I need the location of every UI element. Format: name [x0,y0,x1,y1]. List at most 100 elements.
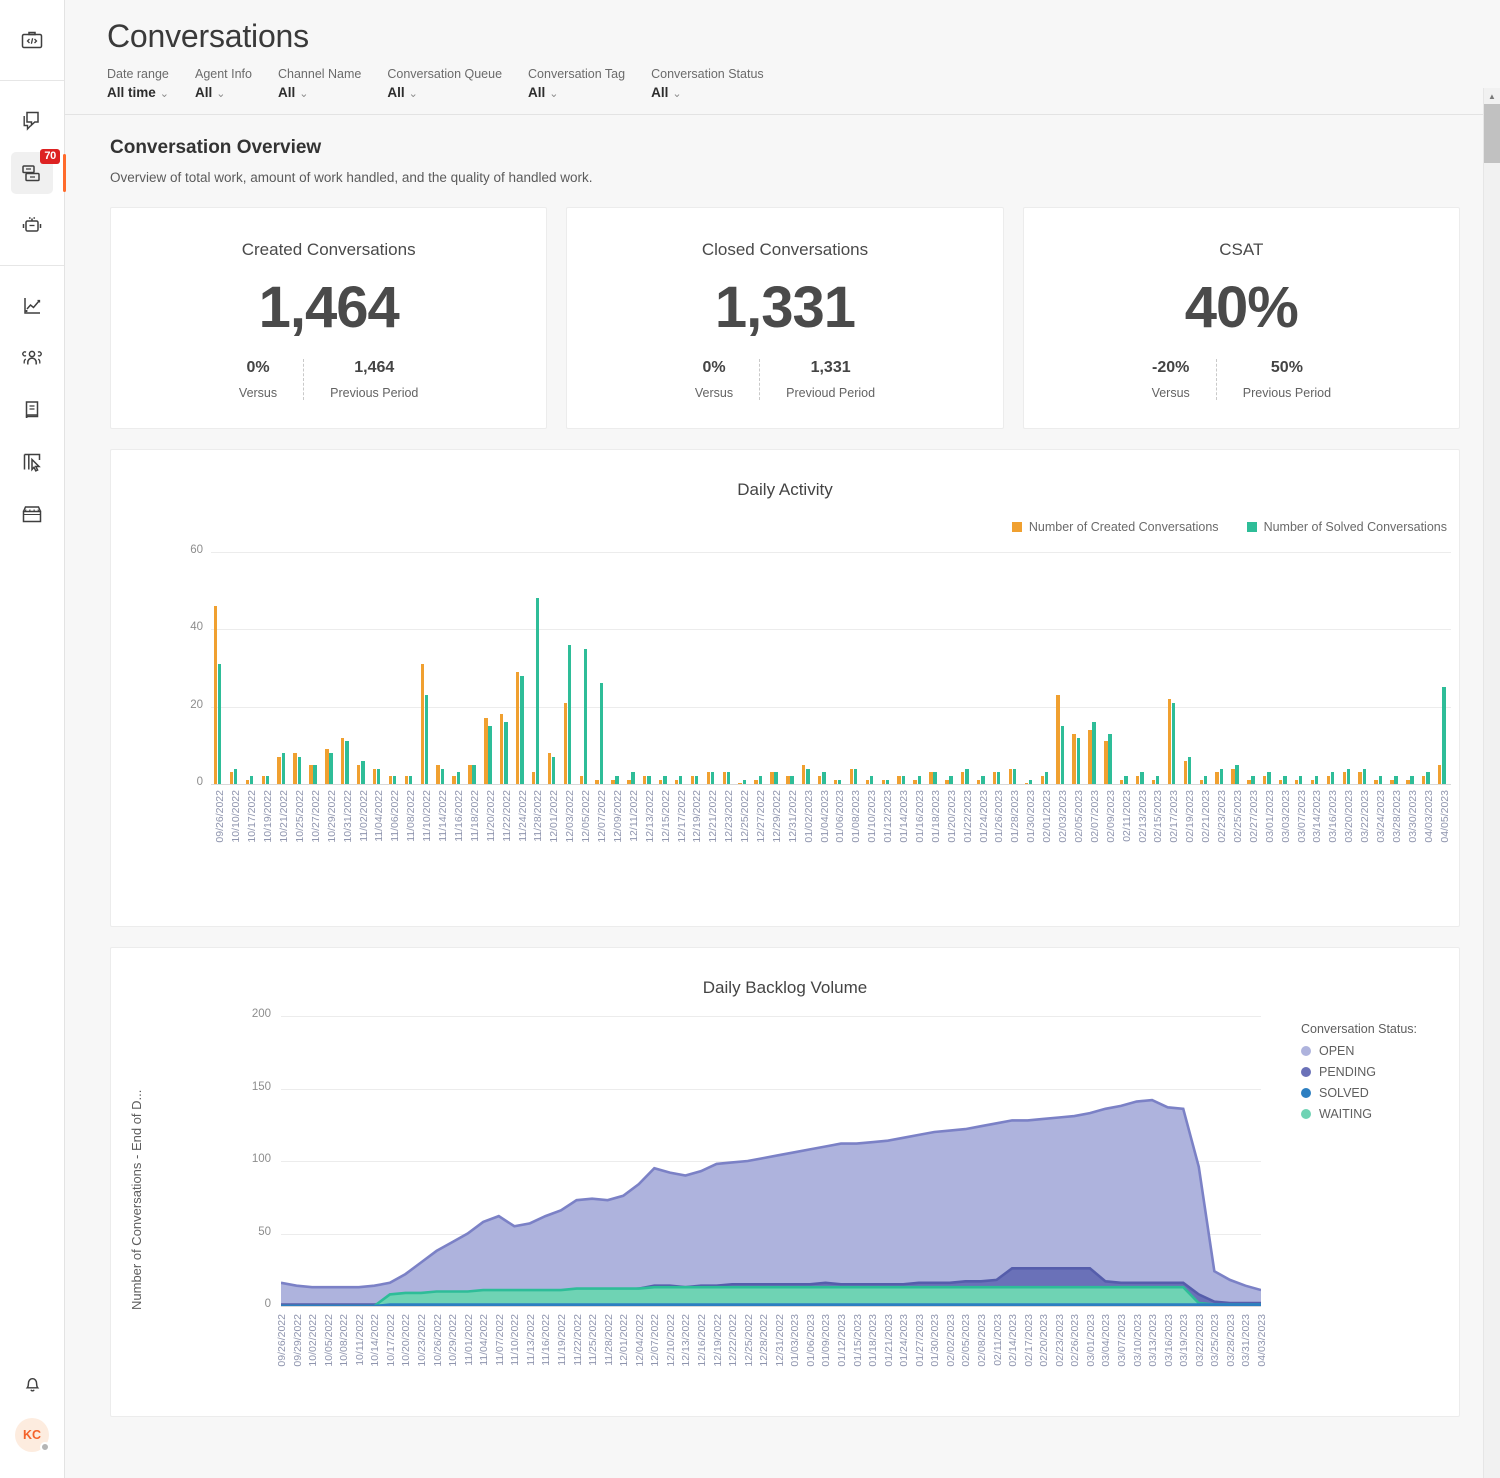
bar[interactable] [854,769,857,784]
bar[interactable] [1188,757,1191,784]
bar[interactable] [1009,769,1012,784]
bar[interactable] [313,765,316,784]
bar[interactable] [1311,780,1314,784]
bar[interactable] [293,753,296,784]
bar[interactable] [1184,761,1187,784]
scrollbar-thumb[interactable] [1484,104,1500,163]
bar[interactable] [421,664,424,784]
bar[interactable] [961,772,964,784]
bar[interactable] [250,776,253,784]
bar[interactable] [325,749,328,784]
bar[interactable] [548,753,551,784]
bar[interactable] [1231,769,1234,784]
bar[interactable] [1104,741,1107,784]
bar[interactable] [1363,769,1366,784]
templates-cursor-icon[interactable] [11,441,53,483]
bar[interactable] [1168,699,1171,784]
knowledge-book-icon[interactable] [11,389,53,431]
bar[interactable] [1029,780,1032,784]
bar[interactable] [277,757,280,784]
analytics-icon[interactable] [11,285,53,327]
bar[interactable] [838,780,841,784]
bar[interactable] [1092,722,1095,784]
bar[interactable] [409,776,412,784]
filter-value[interactable]: All⌄ [651,85,764,100]
bar[interactable] [1394,776,1397,784]
bar[interactable] [1156,776,1159,784]
bar[interactable] [1331,772,1334,784]
bar[interactable] [1315,776,1318,784]
bar[interactable] [1263,776,1266,784]
bar[interactable] [230,772,233,784]
bar[interactable] [389,776,392,784]
bar[interactable] [981,776,984,784]
bar[interactable] [707,772,710,784]
bar[interactable] [1327,776,1330,784]
bar[interactable] [214,606,217,784]
bar[interactable] [929,772,932,784]
bar[interactable] [452,776,455,784]
bar[interactable] [373,769,376,784]
bar[interactable] [595,780,598,784]
bar[interactable] [457,772,460,784]
bar[interactable] [520,676,523,784]
conversations-copy-icon[interactable] [11,100,53,142]
bar[interactable] [615,776,618,784]
bell-icon[interactable] [11,1362,53,1404]
bar[interactable] [627,780,630,784]
bar[interactable] [611,780,614,784]
bar[interactable] [790,776,793,784]
bar[interactable] [870,776,873,784]
bar[interactable] [1220,769,1223,784]
team-icon[interactable] [11,337,53,379]
bar[interactable] [1295,780,1298,784]
bar[interactable] [679,776,682,784]
bar[interactable] [1013,769,1016,784]
bar[interactable] [1406,780,1409,784]
bar[interactable] [918,776,921,784]
bar[interactable] [1422,776,1425,784]
bar[interactable] [484,718,487,784]
bar[interactable] [1136,776,1139,784]
bar[interactable] [754,780,757,784]
bar[interactable] [1247,780,1250,784]
bar[interactable] [488,726,491,784]
bar[interactable] [993,772,996,784]
bar[interactable] [1045,772,1048,784]
bar[interactable] [1438,765,1441,784]
filter-value[interactable]: All time⌄ [107,85,169,100]
bar[interactable] [468,765,471,784]
bar[interactable] [262,776,265,784]
bar[interactable] [691,776,694,784]
bar[interactable] [341,738,344,784]
bar[interactable] [949,776,952,784]
bar[interactable] [1283,776,1286,784]
bar[interactable] [965,769,968,784]
bar[interactable] [643,776,646,784]
bar[interactable] [834,780,837,784]
bar[interactable] [1267,772,1270,784]
bot-icon[interactable] [11,204,53,246]
bar[interactable] [1061,726,1064,784]
bar[interactable] [1426,772,1429,784]
bar[interactable] [1056,695,1059,784]
bar[interactable] [1379,776,1382,784]
bar[interactable] [786,776,789,784]
bar[interactable] [727,772,730,784]
bar[interactable] [945,780,948,784]
legend-item[interactable]: SOLVED [1301,1086,1417,1100]
bar[interactable] [282,753,285,784]
bar[interactable] [977,780,980,784]
bar[interactable] [441,769,444,784]
bar[interactable] [1124,776,1127,784]
bar[interactable] [913,780,916,784]
bar[interactable] [1152,780,1155,784]
vertical-scrollbar[interactable]: ▲ [1483,88,1500,1478]
bar[interactable] [1200,780,1203,784]
bar[interactable] [500,714,503,784]
bar[interactable] [1374,780,1377,784]
bar[interactable] [902,776,905,784]
avatar[interactable]: KC [15,1418,49,1452]
bar[interactable] [298,757,301,784]
bar[interactable] [770,772,773,784]
